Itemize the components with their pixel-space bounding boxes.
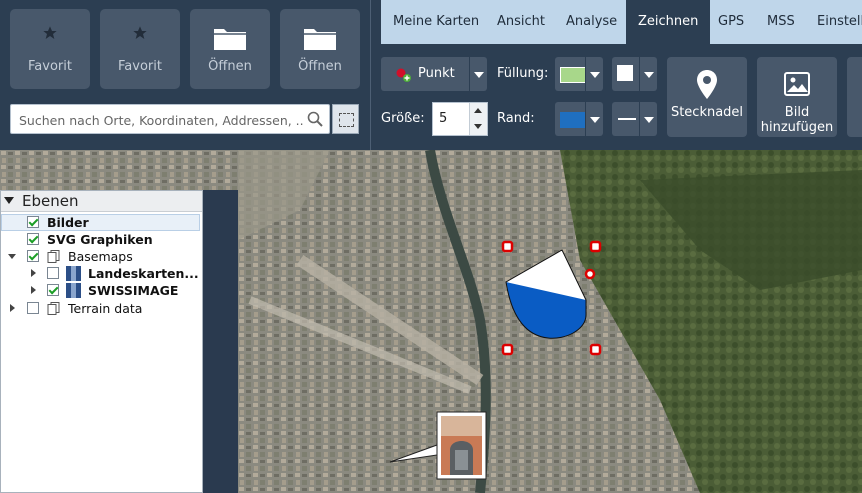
map-view[interactable]: Ebenen Bilder SVG Graphiken Basemaps Lan… [0,150,862,493]
layer-checkbox-svg[interactable] [27,233,39,245]
open-button-1[interactable]: Öffnen [190,9,270,89]
expand-icon[interactable] [10,304,15,312]
raster-layer-icon [66,266,81,281]
border-color-dropdown[interactable] [555,102,603,136]
chevron-down-icon [585,102,603,136]
chevron-down-icon [585,57,603,91]
layer-row-swissimage[interactable]: SWISSIMAGE [1,282,201,299]
layer-checkbox-basemaps[interactable] [27,250,39,262]
add-image-button[interactable]: Bild hinzufügen [757,57,837,137]
search-box [10,104,330,134]
map-pin-icon [697,70,717,99]
fill-label: Füllung: [497,66,549,81]
image-icon [784,72,810,96]
select-area-icon [339,113,354,127]
tab-gps[interactable]: GPS [718,0,744,44]
chevron-down-icon [469,57,487,91]
fill-style-dropdown[interactable] [612,57,657,91]
collapse-icon[interactable] [4,197,14,204]
add-image-label-line1: Bild [784,105,810,120]
folder-icon [190,25,270,51]
layer-row-landeskarten[interactable]: Landeskarten... [1,265,201,282]
fill-color-swatch [560,67,586,83]
tab-bar: Meine Karten Ansicht Analyse Zeichnen GP… [381,0,862,44]
tab-ansicht[interactable]: Ansicht [497,0,545,44]
layers-panel: Ebenen Bilder SVG Graphiken Basemaps Lan… [0,190,203,493]
tab-einstellungen[interactable]: Einstell [817,0,862,44]
layer-row-bilder[interactable]: Bilder [1,214,200,231]
point-icon [396,68,411,82]
layer-checkbox-bilder[interactable] [27,216,39,228]
layer-group-icon [47,302,60,315]
star-icon [100,25,180,51]
search-input[interactable] [17,109,306,131]
area-select-button[interactable] [332,104,359,134]
layer-row-svg-graphiken[interactable]: SVG Graphiken [1,231,201,248]
chevron-down-icon [639,57,657,91]
favorite-button-1[interactable]: Favorit [10,9,90,89]
border-color-swatch [560,112,586,128]
stepper-up-button[interactable] [469,103,487,120]
raster-layer-icon [66,283,81,298]
layer-group-icon [47,250,60,263]
layer-checkbox-swissimage[interactable] [47,284,59,296]
add-image-label-line2: hinzufügen [760,120,834,135]
zurich-shield-graphic[interactable] [505,249,587,339]
border-style-dropdown[interactable] [612,102,657,136]
layer-row-basemaps[interactable]: Basemaps [1,248,201,265]
layer-checkbox-terrain[interactable] [27,302,39,314]
star-icon [10,25,90,51]
fill-style-swatch [617,65,633,81]
size-value: 5 [439,111,448,126]
tab-zeichnen[interactable]: Zeichnen [626,0,711,44]
chevron-down-icon [639,102,657,136]
layers-panel-header[interactable]: Ebenen [1,191,202,212]
size-stepper[interactable]: 5 [432,102,488,136]
more-button[interactable] [847,57,862,137]
favorite-button-2[interactable]: Favorit [100,9,180,89]
image-marker[interactable] [389,411,487,480]
expand-icon[interactable] [31,286,36,294]
tab-mss[interactable]: MSS [767,0,795,44]
layer-row-terrain[interactable]: Terrain data [1,300,201,317]
tab-meine-karten[interactable]: Meine Karten [393,0,479,44]
stepper-down-button[interactable] [469,119,487,135]
size-label: Größe: [381,111,425,126]
panel-gutter [203,190,238,493]
pin-button[interactable]: Stecknadel [667,57,747,137]
line-style-icon [618,118,636,120]
expand-icon[interactable] [8,254,16,259]
folder-icon [280,25,360,51]
draw-type-dropdown[interactable]: Punkt [381,57,487,91]
border-label: Rand: [497,111,535,126]
open-button-2[interactable]: Öffnen [280,9,360,89]
search-icon[interactable] [307,111,323,131]
tab-analyse[interactable]: Analyse [566,0,617,44]
layers-title: Ebenen [22,192,79,210]
layer-checkbox-landeskarten[interactable] [47,267,59,279]
top-toolbar: Favorit Favorit Öffnen Öffnen Meine Kart… [0,0,862,150]
expand-icon[interactable] [31,269,36,277]
toolbar-divider [370,0,371,150]
fill-color-dropdown[interactable] [555,57,603,91]
